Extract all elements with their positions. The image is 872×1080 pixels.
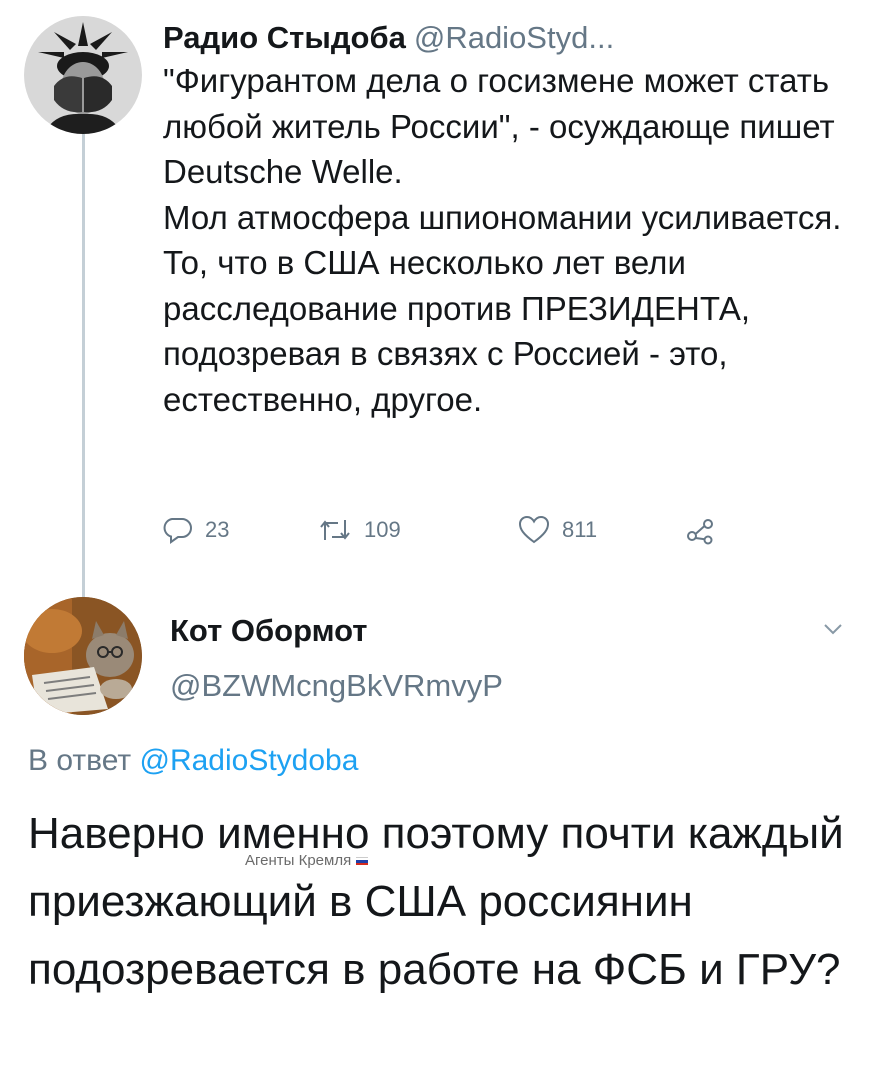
retweet-button[interactable]: 109 (318, 515, 401, 545)
tweet1-handle[interactable]: @RadioStyd... (414, 16, 614, 60)
reply-to-prefix: В ответ (28, 744, 132, 777)
tweet2-display-name[interactable]: Кот Обормот (170, 610, 367, 652)
reply-count: 23 (205, 517, 230, 542)
share-button[interactable] (685, 515, 715, 545)
tweet1-paragraph: Мол атмосфера шпиономании усиливается. (163, 198, 842, 236)
reply-to-line: В ответ @RadioStydoba (28, 740, 358, 782)
like-icon (518, 515, 550, 544)
tweet1-display-name[interactable]: Радио Стыдоба (163, 16, 406, 60)
retweet-count: 109 (364, 517, 401, 542)
reply-icon (163, 518, 192, 544)
thread-connector-line (82, 128, 85, 598)
like-count: 811 (562, 517, 598, 542)
share-icon (687, 519, 713, 545)
reply-button[interactable]: 23 (163, 515, 229, 545)
tweet1-header: Радио Стыдоба @RadioStyd... (163, 16, 614, 60)
cat-reading-newspaper-image (24, 597, 142, 715)
flag-stripe-red (356, 862, 369, 866)
tweet1-text: "Фигурантом дела о госизмене может стать… (163, 58, 853, 422)
tweet1-paragraph: То, что в США несколько лет вели расслед… (163, 244, 751, 418)
watermark: Агенты Кремля (245, 852, 369, 869)
reply-to-handle-link[interactable]: @RadioStydoba (139, 744, 358, 777)
like-button[interactable]: 811 (518, 515, 597, 545)
russian-flag-icon (356, 856, 369, 866)
watermark-text: Агенты Кремля (245, 852, 352, 869)
avatar-kot-obormot[interactable] (24, 597, 142, 715)
retweet-icon (320, 520, 350, 540)
tweet1-paragraph: "Фигурантом дела о госизмене может стать… (163, 62, 835, 190)
tweet2-handle[interactable]: @BZWMcngBkVRmvyP (170, 665, 503, 707)
tweet2-text: Наверно именно поэтому почти каждый прие… (28, 809, 844, 994)
tweet1-action-bar: 23 109 811 (163, 510, 763, 550)
statue-of-liberty-facepalm-image (24, 16, 142, 134)
chevron-down-icon[interactable] (818, 614, 848, 644)
avatar-radio-stydoba[interactable] (24, 16, 142, 134)
